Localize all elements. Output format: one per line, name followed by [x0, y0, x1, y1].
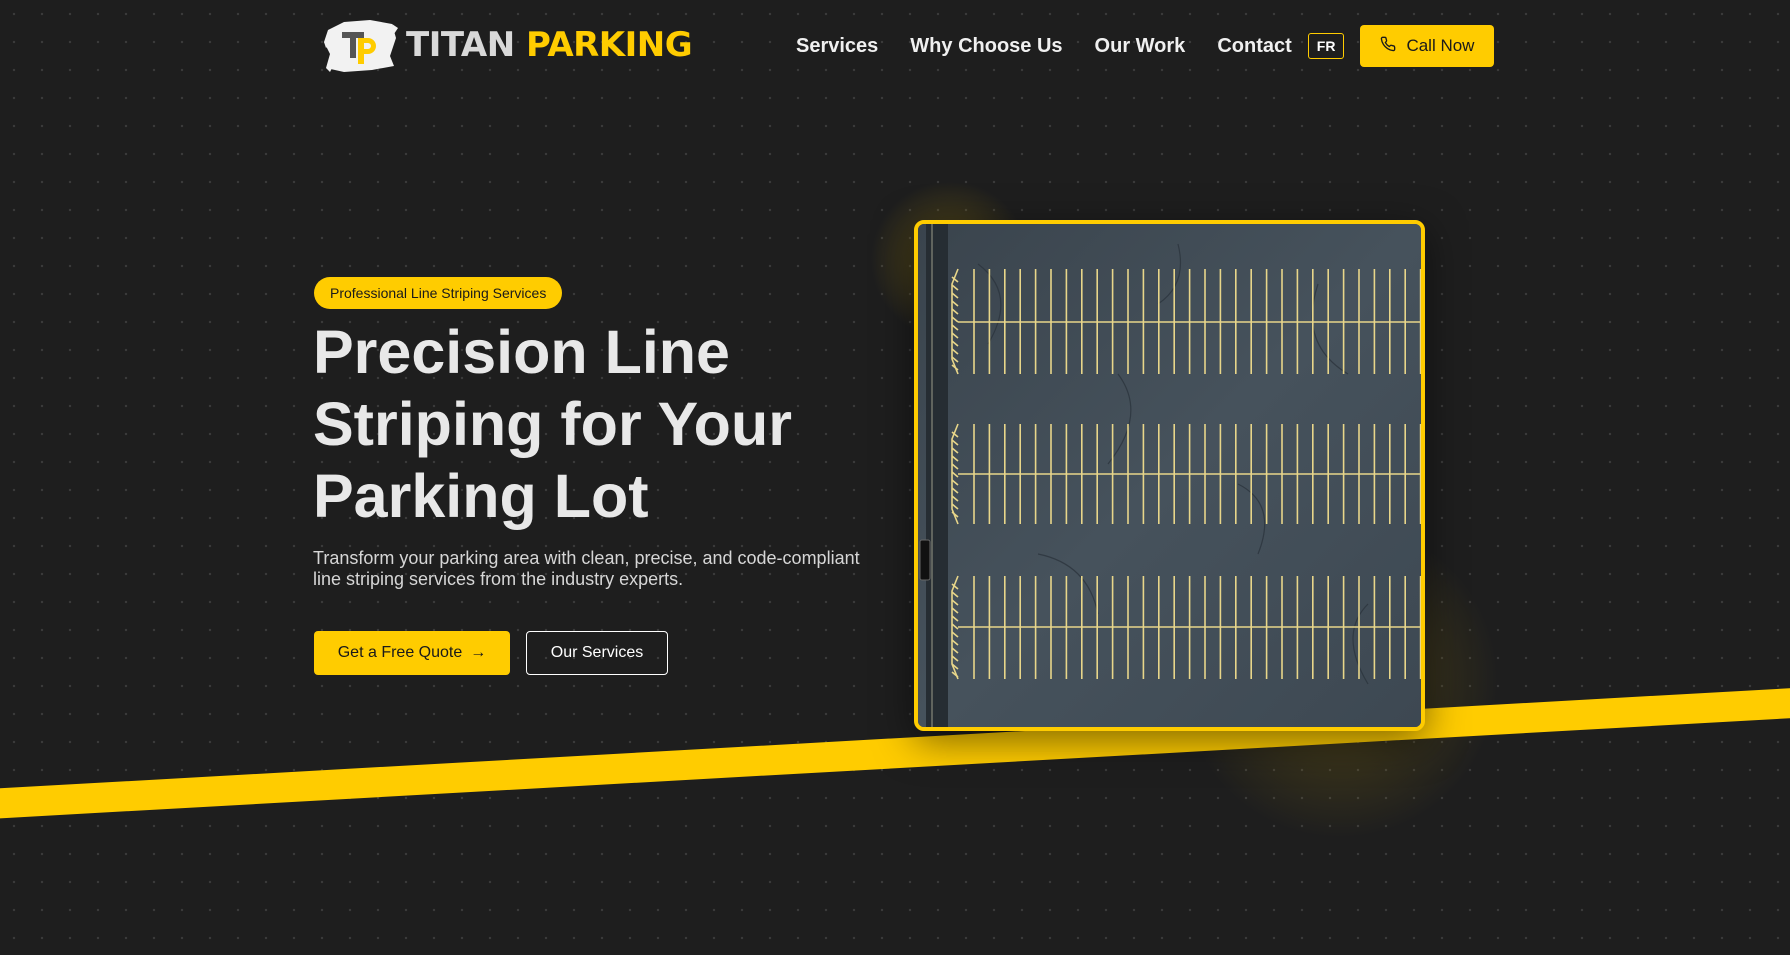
brand-logo[interactable]: TITAN PARKING: [322, 16, 693, 74]
get-free-quote-button[interactable]: Get a Free Quote →: [314, 631, 510, 675]
nav-link-why-choose-us[interactable]: Why Choose Us: [910, 26, 1062, 66]
hero-badge: Professional Line Striping Services: [314, 277, 563, 309]
phone-icon: [1380, 36, 1396, 57]
hero-parking-lot-image: [914, 220, 1425, 731]
nav-link-our-work[interactable]: Our Work: [1095, 26, 1186, 66]
hero-subtitle: Transform your parking area with clean, …: [313, 548, 860, 589]
logo-text-titan: TITAN: [406, 25, 515, 65]
logo-text-parking: PARKING: [526, 25, 693, 65]
arrow-right-icon: →: [470, 644, 487, 661]
call-now-label: Call Now: [1406, 36, 1475, 55]
site-header: TITAN PARKING Services Why Choose Us Our…: [0, 0, 1790, 92]
language-toggle-button[interactable]: FR: [1307, 33, 1345, 59]
main-nav: Services Why Choose Us Our Work Contact …: [796, 25, 1495, 67]
logo-text: TITAN PARKING: [406, 25, 693, 65]
decorative-yellow-stripe: [0, 684, 1790, 822]
logo-mark-icon: [322, 16, 398, 74]
hero-title: Precision Line Striping for Your Parking…: [313, 318, 792, 530]
get-free-quote-label: Get a Free Quote: [337, 644, 463, 661]
nav-link-contact[interactable]: Contact: [1217, 26, 1291, 66]
call-now-button[interactable]: Call Now: [1360, 25, 1495, 67]
our-services-button[interactable]: Our Services: [526, 631, 668, 675]
nav-link-services[interactable]: Services: [796, 26, 878, 66]
